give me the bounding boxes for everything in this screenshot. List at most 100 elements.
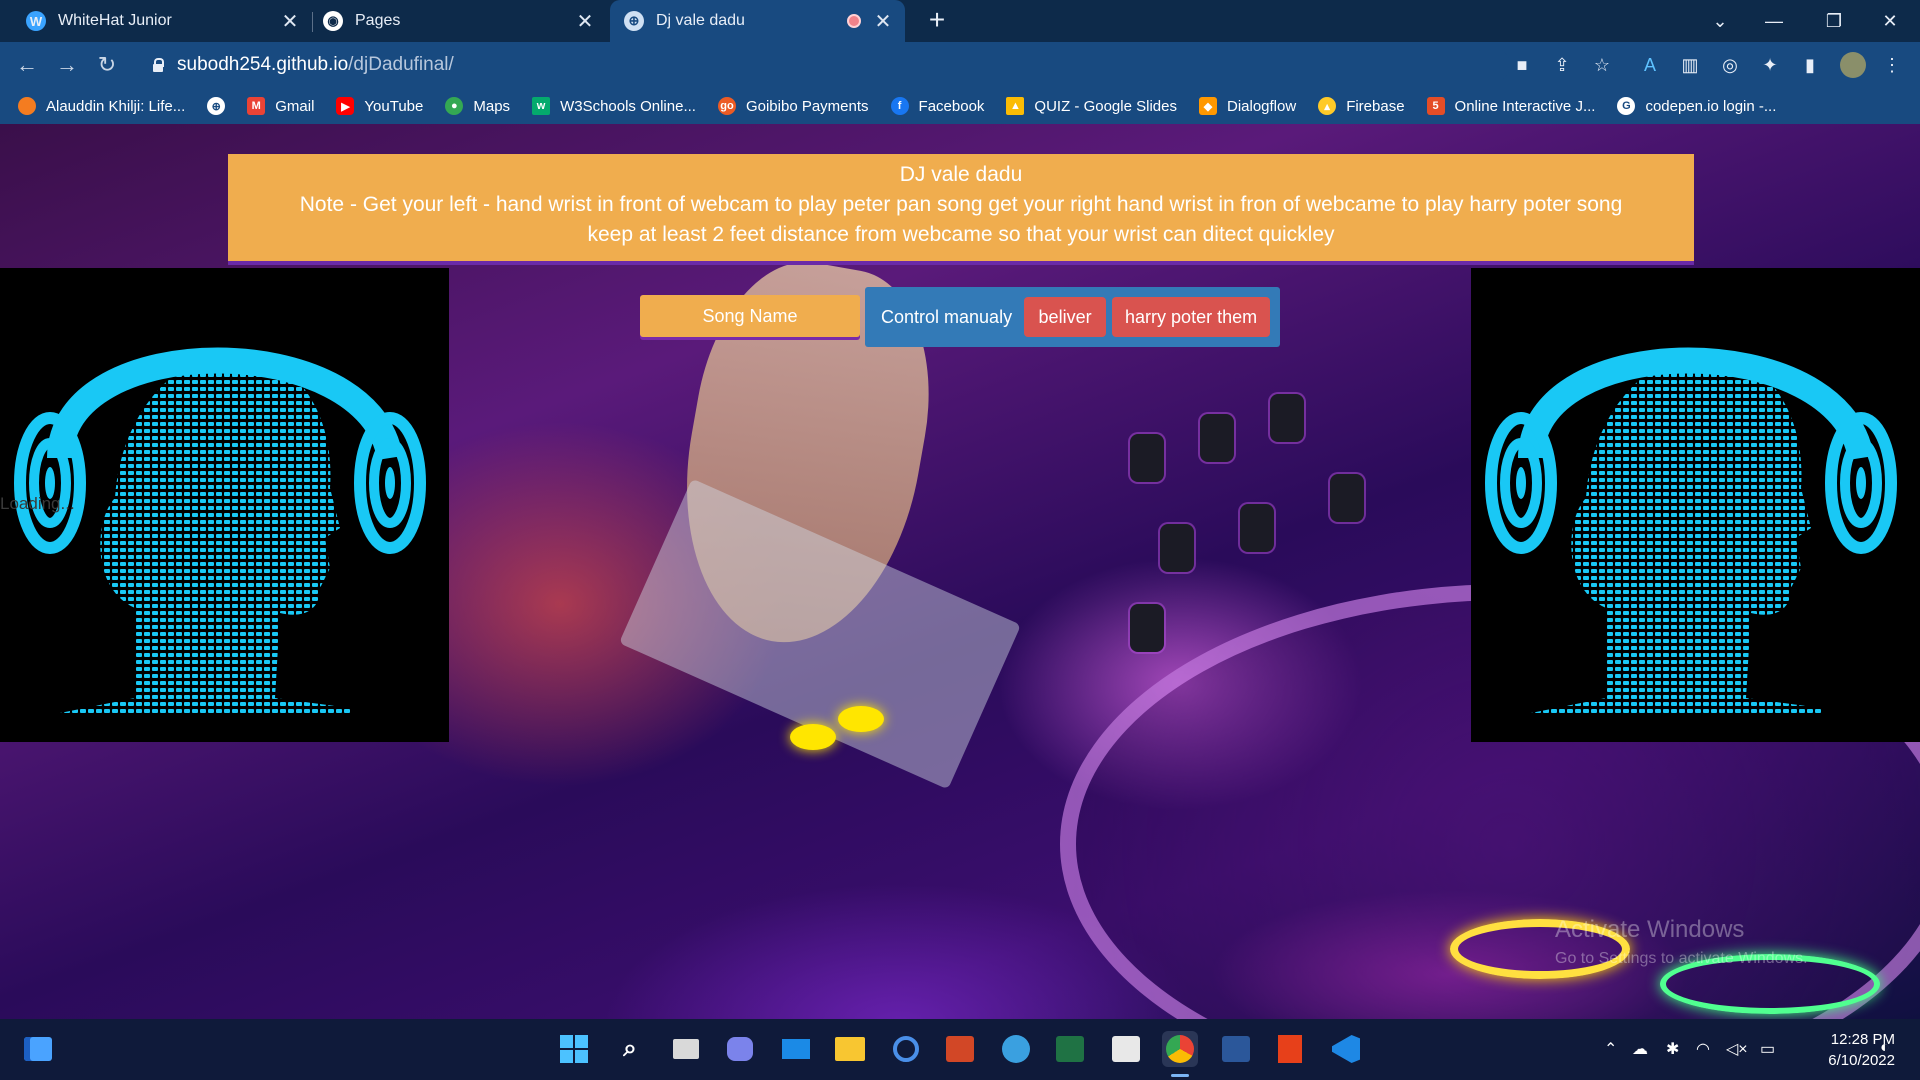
mail-icon[interactable]	[778, 1031, 814, 1067]
side-panel-icon[interactable]: ▮	[1798, 53, 1822, 77]
globe-app-icon[interactable]	[998, 1031, 1034, 1067]
bookmark-facebook[interactable]: f Facebook	[890, 97, 984, 115]
html5-icon: 5	[1426, 97, 1445, 115]
bookmark-label: Maps	[473, 97, 511, 115]
control-label: Control manualy	[881, 306, 1013, 327]
store-icon[interactable]	[1108, 1031, 1144, 1067]
file-explorer-icon[interactable]	[832, 1031, 868, 1067]
bookmark-label: Firebase	[1346, 97, 1405, 115]
bookmark-w3schools[interactable]: w W3Schools Online...	[532, 97, 696, 115]
close-tab-icon[interactable]: ✕	[276, 9, 304, 34]
chrome-icon[interactable]	[1162, 1031, 1198, 1067]
headphones-head-icon	[1485, 347, 1897, 713]
extensions-puzzle-icon[interactable]: ✦	[1758, 53, 1782, 77]
bookmark-favicon-icon	[18, 97, 36, 115]
tab-title: WhiteHat Junior	[58, 12, 172, 29]
tab-whitehat-junior[interactable]: W WhiteHat Junior ✕	[0, 0, 312, 42]
battery-icon[interactable]: ▭	[1760, 1039, 1775, 1059]
menu-kebab-icon[interactable]: ⋮	[1880, 53, 1904, 77]
bookmark-goibibo[interactable]: go Goibibo Payments	[717, 97, 869, 115]
show-hidden-icons-chevron-icon[interactable]: ⌃	[1604, 1039, 1617, 1059]
song-name-display: Song Name	[640, 295, 860, 337]
url-host: subodh254.github.io	[177, 54, 349, 75]
bookmark-dialogflow[interactable]: ◆ Dialogflow	[1198, 97, 1297, 115]
bookmark-label: Gmail	[275, 97, 315, 115]
close-tab-icon[interactable]: ✕	[571, 9, 599, 34]
bluetooth-icon[interactable]: ✱	[1666, 1039, 1679, 1059]
bookmark-gmail[interactable]: M Gmail	[247, 97, 314, 115]
globe-icon: ⊕	[207, 97, 226, 115]
excel-icon[interactable]	[1052, 1031, 1088, 1067]
start-icon[interactable]	[556, 1031, 592, 1067]
windows-taskbar: ⌕ ⌃ ☁ ✱ ◠ ◁× ▭ 12:28 PM 6/10/2022 ◐	[0, 1019, 1920, 1080]
bookmark-label: Alauddin Khilji: Life...	[46, 97, 186, 115]
tab-search-chevron-icon[interactable]: ⌄	[1692, 0, 1748, 42]
extension-circle-icon[interactable]: ◎	[1718, 53, 1742, 77]
onedrive-icon[interactable]: ☁	[1632, 1039, 1648, 1059]
w3schools-icon: w	[532, 97, 551, 115]
close-tab-icon[interactable]: ✕	[869, 9, 897, 34]
watermark-title: Activate Windows	[1555, 916, 1745, 943]
beliver-button[interactable]: beliver	[1024, 297, 1107, 337]
wifi-icon[interactable]: ◠	[1696, 1039, 1710, 1059]
profile-avatar[interactable]	[1840, 52, 1866, 78]
tab-dj-vale-dadu[interactable]: ⊕ Dj vale dadu ✕	[610, 0, 905, 42]
bookmark-online-interactive[interactable]: 5 Online Interactive J...	[1426, 97, 1596, 115]
bookmark-youtube[interactable]: ▶ YouTube	[336, 97, 423, 115]
volume-muted-icon[interactable]: ◁×	[1726, 1039, 1748, 1059]
loading-text: Loading...	[0, 494, 75, 513]
powerpoint-icon[interactable]	[942, 1031, 978, 1067]
search-icon[interactable]: ⌕	[612, 1031, 648, 1067]
minimize-button[interactable]: —	[1746, 0, 1802, 42]
bookmark-alauddin-khilji[interactable]: Alauddin Khilji: Life...	[18, 97, 185, 115]
yellow-pad-light	[838, 706, 884, 732]
bookmark-maps[interactable]: ● Maps	[445, 97, 510, 115]
url-path: /djDadufinal/	[348, 54, 454, 75]
activate-windows-watermark: Activate Windows Go to Settings to activ…	[1555, 916, 1808, 968]
reload-button[interactable]: ↻	[92, 50, 122, 80]
bookmark-codepen[interactable]: Gcodepen.io login -...	[1617, 97, 1776, 115]
watermark-subtitle: Go to Settings to activate Windows.	[1555, 950, 1808, 967]
mixer-knob	[1240, 504, 1274, 552]
restore-button[interactable]: ❐	[1806, 0, 1862, 42]
bookmark-star-icon[interactable]: ☆	[1590, 53, 1614, 77]
widgets-icon[interactable]	[20, 1031, 56, 1067]
bookmark-label: YouTube	[364, 97, 424, 115]
bookmark-label: codepen.io login -...	[1645, 97, 1777, 115]
bookmark-firebase[interactable]: ▴ Firebase	[1318, 97, 1405, 115]
mixer-knob	[1130, 434, 1164, 482]
bookmark-label: Dialogflow	[1226, 97, 1297, 115]
bookmark-google-slides[interactable]: ▲ QUIZ - Google Slides	[1006, 97, 1177, 115]
forward-button[interactable]: →	[52, 50, 82, 80]
bookmark-label: Online Interactive J...	[1454, 97, 1596, 115]
dj-page-background: DJ vale dadu Note - Get your left - hand…	[0, 124, 1920, 1019]
bookmark-globe[interactable]: ⊕	[207, 97, 226, 115]
back-button[interactable]: ←	[12, 50, 42, 80]
address-bar[interactable]: subodh254.github.io/djDadufinal/	[135, 47, 1510, 83]
lock-icon	[151, 58, 165, 72]
extension-book-icon[interactable]: ▥	[1678, 53, 1702, 77]
mixer-knob	[1330, 474, 1364, 522]
tab-pages[interactable]: ◉ Pages ✕	[313, 0, 607, 42]
camera-in-use-icon[interactable]: ■	[1510, 53, 1534, 77]
bookmark-label: W3Schools Online...	[560, 97, 696, 115]
instruction-note-distance: keep at least 2 feet distance from webca…	[587, 223, 1335, 246]
new-tab-button[interactable]: +	[920, 4, 954, 36]
office-icon[interactable]	[1272, 1031, 1308, 1067]
bookmark-label: Goibibo Payments	[745, 97, 869, 115]
extension-a-icon[interactable]: A	[1638, 53, 1662, 77]
vscode-icon[interactable]	[1328, 1031, 1364, 1067]
bookmark-label: QUIZ - Google Slides	[1034, 97, 1177, 115]
manual-control-panel: Control manualy beliver harry poter them	[865, 287, 1280, 347]
word-icon[interactable]	[1218, 1031, 1254, 1067]
right-visualizer-panel	[1471, 268, 1920, 742]
share-icon[interactable]: ⇪	[1550, 53, 1574, 77]
notifications-icon[interactable]: ◐	[1880, 1039, 1890, 1057]
whitehat-icon: W	[26, 11, 46, 31]
harry-poter-them-button[interactable]: harry poter them	[1112, 297, 1271, 337]
teams-chat-icon[interactable]	[722, 1031, 758, 1067]
task-view-icon[interactable]	[668, 1031, 704, 1067]
close-window-button[interactable]: ✕	[1862, 0, 1918, 42]
mixer-knob	[1270, 394, 1304, 442]
cortana-icon[interactable]	[888, 1031, 924, 1067]
